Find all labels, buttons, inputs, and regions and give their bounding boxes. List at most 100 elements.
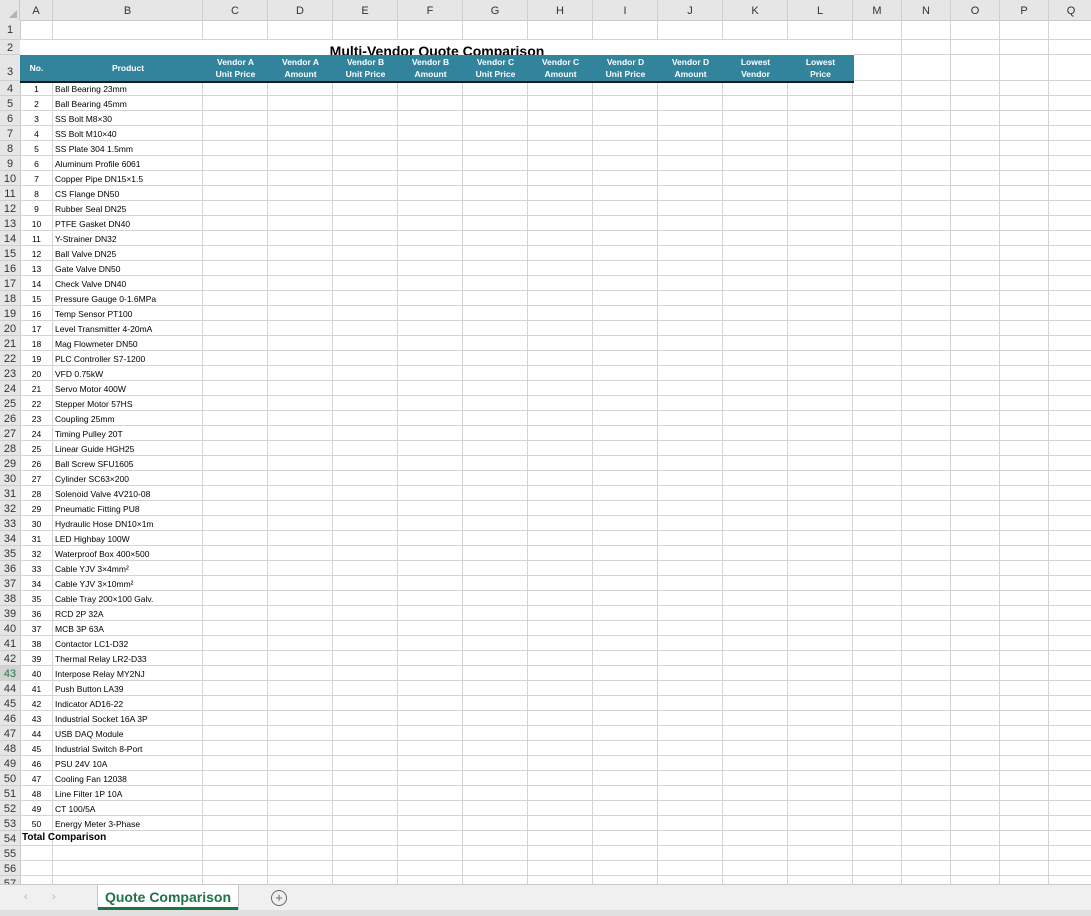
product-name-cell[interactable]: Servo Motor 400W bbox=[55, 381, 201, 396]
product-name-cell[interactable]: Cylinder SC63×200 bbox=[55, 471, 201, 486]
column-header-h[interactable]: H bbox=[528, 0, 593, 20]
product-name-cell[interactable]: Y-Strainer DN32 bbox=[55, 231, 201, 246]
product-name-cell[interactable]: Pneumatic Fitting PU8 bbox=[55, 501, 201, 516]
product-number-cell[interactable]: 21 bbox=[20, 381, 53, 396]
product-number-cell[interactable]: 18 bbox=[20, 336, 53, 351]
product-name-cell[interactable]: Solenoid Valve 4V210-08 bbox=[55, 486, 201, 501]
column-heading-1[interactable]: No. bbox=[20, 55, 53, 81]
product-number-cell[interactable]: 31 bbox=[20, 531, 53, 546]
prev-sheet-icon[interactable]: ‹ bbox=[24, 891, 28, 903]
product-number-cell[interactable]: 33 bbox=[20, 561, 53, 576]
product-name-cell[interactable]: USB DAQ Module bbox=[55, 726, 201, 741]
row-header-38[interactable]: 38 bbox=[0, 591, 20, 606]
worksheet-grid[interactable]: Multi-Vendor Quote Comparison No. Product… bbox=[20, 20, 1091, 884]
row-header-29[interactable]: 29 bbox=[0, 456, 20, 471]
row-header-49[interactable]: 49 bbox=[0, 756, 20, 771]
product-number-cell[interactable]: 45 bbox=[20, 741, 53, 756]
product-name-cell[interactable]: Industrial Switch 8-Port bbox=[55, 741, 201, 756]
product-number-cell[interactable]: 11 bbox=[20, 231, 53, 246]
product-name-cell[interactable]: Cable Tray 200×100 Galv. bbox=[55, 591, 201, 606]
row-header-28[interactable]: 28 bbox=[0, 441, 20, 456]
select-all-corner[interactable] bbox=[0, 0, 20, 20]
product-number-cell[interactable]: 34 bbox=[20, 576, 53, 591]
row-header-21[interactable]: 21 bbox=[0, 336, 20, 351]
row-header-22[interactable]: 22 bbox=[0, 351, 20, 366]
row-header-51[interactable]: 51 bbox=[0, 786, 20, 801]
row-header-48[interactable]: 48 bbox=[0, 741, 20, 756]
product-name-cell[interactable]: Ball Valve DN25 bbox=[55, 246, 201, 261]
product-name-cell[interactable]: Industrial Socket 16A 3P bbox=[55, 711, 201, 726]
product-number-cell[interactable]: 9 bbox=[20, 201, 53, 216]
column-heading-10[interactable]: Vendor D Amount bbox=[658, 55, 723, 81]
product-number-cell[interactable]: 2 bbox=[20, 96, 53, 111]
column-heading-12[interactable]: Lowest Price bbox=[788, 55, 853, 81]
row-header-56[interactable]: 56 bbox=[0, 861, 20, 876]
row-header-34[interactable]: 34 bbox=[0, 531, 20, 546]
column-header-d[interactable]: D bbox=[268, 0, 333, 20]
row-header-55[interactable]: 55 bbox=[0, 846, 20, 861]
row-header-41[interactable]: 41 bbox=[0, 636, 20, 651]
product-number-cell[interactable]: 39 bbox=[20, 651, 53, 666]
product-name-cell[interactable]: PLC Controller S7-1200 bbox=[55, 351, 201, 366]
product-name-cell[interactable]: Cooling Fan 12038 bbox=[55, 771, 201, 786]
column-header-n[interactable]: N bbox=[902, 0, 951, 20]
product-number-cell[interactable]: 44 bbox=[20, 726, 53, 741]
row-header-3[interactable]: 3 bbox=[0, 55, 20, 81]
row-header-23[interactable]: 23 bbox=[0, 366, 20, 381]
row-header-1[interactable]: 1 bbox=[0, 20, 20, 40]
column-heading-6[interactable]: Vendor B Amount bbox=[398, 55, 463, 81]
row-header-33[interactable]: 33 bbox=[0, 516, 20, 531]
column-header-j[interactable]: J bbox=[658, 0, 723, 20]
row-header-53[interactable]: 53 bbox=[0, 816, 20, 831]
product-name-cell[interactable]: MCB 3P 63A bbox=[55, 621, 201, 636]
row-header-6[interactable]: 6 bbox=[0, 111, 20, 126]
product-name-cell[interactable]: Gate Valve DN50 bbox=[55, 261, 201, 276]
product-number-cell[interactable]: 4 bbox=[20, 126, 53, 141]
product-number-cell[interactable]: 47 bbox=[20, 771, 53, 786]
product-name-cell[interactable]: Hydraulic Hose DN10×1m bbox=[55, 516, 201, 531]
row-header-52[interactable]: 52 bbox=[0, 801, 20, 816]
product-name-cell[interactable]: Pressure Gauge 0-1.6MPa bbox=[55, 291, 201, 306]
product-name-cell[interactable]: Line Filter 1P 10A bbox=[55, 786, 201, 801]
product-number-cell[interactable]: 25 bbox=[20, 441, 53, 456]
row-header-5[interactable]: 5 bbox=[0, 96, 20, 111]
product-name-cell[interactable]: Energy Meter 3-Phase bbox=[55, 816, 201, 831]
product-number-cell[interactable]: 29 bbox=[20, 501, 53, 516]
product-name-cell[interactable]: Copper Pipe DN15×1.5 bbox=[55, 171, 201, 186]
row-header-8[interactable]: 8 bbox=[0, 141, 20, 156]
row-header-9[interactable]: 9 bbox=[0, 156, 20, 171]
product-number-cell[interactable]: 19 bbox=[20, 351, 53, 366]
product-name-cell[interactable]: Level Transmitter 4-20mA bbox=[55, 321, 201, 336]
row-header-18[interactable]: 18 bbox=[0, 291, 20, 306]
column-header-k[interactable]: K bbox=[723, 0, 788, 20]
row-header-42[interactable]: 42 bbox=[0, 651, 20, 666]
row-header-11[interactable]: 11 bbox=[0, 186, 20, 201]
product-name-cell[interactable]: Contactor LC1-D32 bbox=[55, 636, 201, 651]
row-header-27[interactable]: 27 bbox=[0, 426, 20, 441]
row-header-44[interactable]: 44 bbox=[0, 681, 20, 696]
product-number-cell[interactable]: 8 bbox=[20, 186, 53, 201]
product-number-cell[interactable]: 27 bbox=[20, 471, 53, 486]
product-name-cell[interactable]: Linear Guide HGH25 bbox=[55, 441, 201, 456]
product-name-cell[interactable]: Ball Bearing 23mm bbox=[55, 81, 201, 96]
column-heading-7[interactable]: Vendor C Unit Price bbox=[463, 55, 528, 81]
product-number-cell[interactable]: 36 bbox=[20, 606, 53, 621]
row-header-10[interactable]: 10 bbox=[0, 171, 20, 186]
tab-quote-comparison[interactable]: Quote Comparison bbox=[98, 885, 238, 910]
product-number-cell[interactable]: 24 bbox=[20, 426, 53, 441]
row-header-47[interactable]: 47 bbox=[0, 726, 20, 741]
column-header-g[interactable]: G bbox=[463, 0, 528, 20]
product-number-cell[interactable]: 30 bbox=[20, 516, 53, 531]
product-number-cell[interactable]: 41 bbox=[20, 681, 53, 696]
row-header-32[interactable]: 32 bbox=[0, 501, 20, 516]
column-heading-11[interactable]: Lowest Vendor bbox=[723, 55, 788, 81]
row-header-31[interactable]: 31 bbox=[0, 486, 20, 501]
row-header-25[interactable]: 25 bbox=[0, 396, 20, 411]
column-heading-3[interactable]: Vendor A Unit Price bbox=[203, 55, 268, 81]
product-number-cell[interactable]: 46 bbox=[20, 756, 53, 771]
row-header-37[interactable]: 37 bbox=[0, 576, 20, 591]
product-number-cell[interactable]: 32 bbox=[20, 546, 53, 561]
product-number-cell[interactable]: 43 bbox=[20, 711, 53, 726]
row-header-39[interactable]: 39 bbox=[0, 606, 20, 621]
product-name-cell[interactable]: Coupling 25mm bbox=[55, 411, 201, 426]
